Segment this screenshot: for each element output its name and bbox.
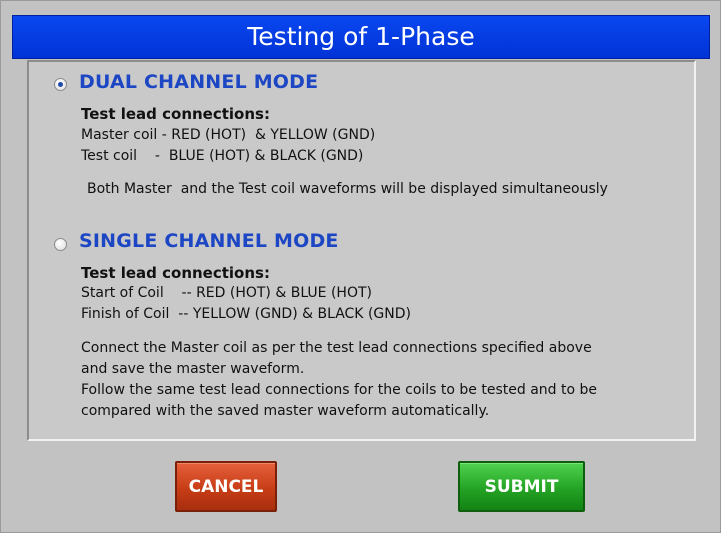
dual-channel-radio[interactable] [54,78,67,91]
single-connections-heading: Test lead connections: [81,264,270,282]
single-note-line-2: and save the master waveform. [81,361,305,377]
dual-master-coil-text: Master coil - RED (HOT) & YELLOW (GND) [81,127,376,143]
dual-note-text: Both Master and the Test coil waveforms … [87,181,608,197]
dual-channel-label[interactable]: DUAL CHANNEL MODE [79,71,318,93]
single-note-line-1: Connect the Master coil as per the test … [81,340,592,356]
dual-connections-heading: Test lead connections: [81,105,270,123]
dual-test-coil-text: Test coil - BLUE (HOT) & BLACK (GND) [81,148,364,164]
dialog-window: Testing of 1-Phase DUAL CHANNEL MODE Tes… [0,0,721,533]
single-start-coil-text: Start of Coil -- RED (HOT) & BLUE (HOT) [81,285,372,301]
title-bar: Testing of 1-Phase [12,15,710,59]
single-channel-radio[interactable] [54,238,67,251]
window-title: Testing of 1-Phase [247,22,475,51]
single-note-line-4: compared with the saved master waveform … [81,403,490,419]
submit-button[interactable]: SUBMIT [458,461,585,512]
single-finish-coil-text: Finish of Coil -- YELLOW (GND) & BLACK (… [81,306,411,322]
single-note-line-3: Follow the same test lead connections fo… [81,382,597,398]
cancel-button[interactable]: CANCEL [175,461,277,512]
single-channel-label[interactable]: SINGLE CHANNEL MODE [79,230,339,252]
